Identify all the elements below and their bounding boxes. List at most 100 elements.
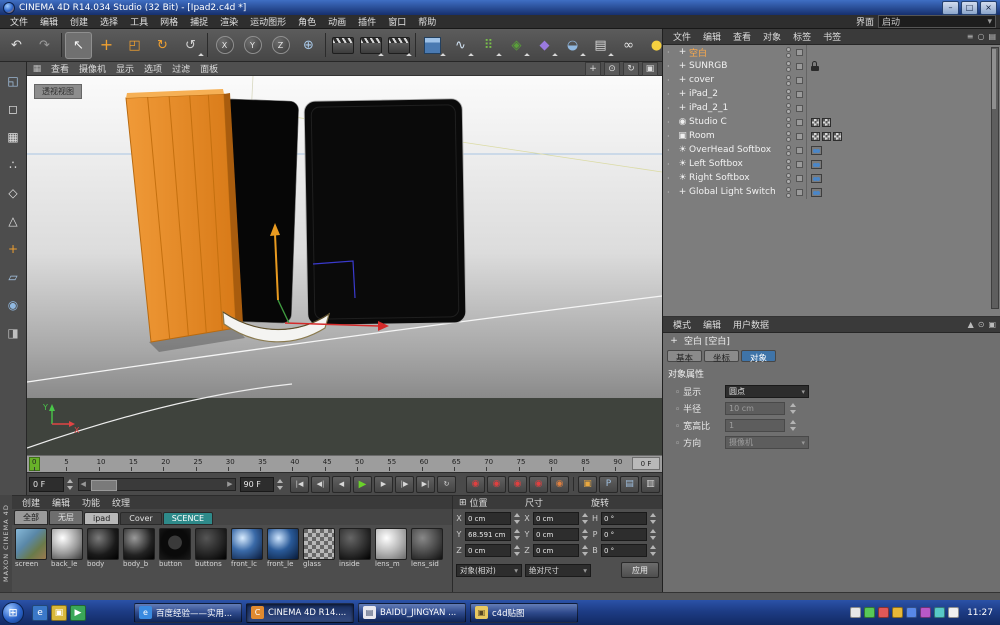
frame-end-field[interactable]: 90 F xyxy=(240,477,275,492)
render-visibility-dot[interactable] xyxy=(786,53,791,58)
render-settings-button[interactable] xyxy=(385,32,412,59)
menu-item[interactable]: 编辑 xyxy=(34,15,64,28)
editor-visibility-dot[interactable] xyxy=(786,61,791,66)
coord-spinner[interactable] xyxy=(650,529,657,540)
am-lock-icon[interactable]: ⊙ xyxy=(978,320,985,329)
visibility-toggles[interactable] xyxy=(783,173,793,184)
slider-handle[interactable] xyxy=(91,480,117,491)
render-visibility-dot[interactable] xyxy=(786,193,791,198)
editor-visibility-dot[interactable] xyxy=(786,173,791,178)
viewport-menu-item[interactable]: 摄像机 xyxy=(74,62,111,75)
tray-icon[interactable] xyxy=(878,607,889,618)
attribute-tab[interactable]: 对象 xyxy=(741,350,776,362)
expression-tag-icon[interactable] xyxy=(811,188,822,197)
material-tag-icon[interactable] xyxy=(811,118,820,127)
coord-field[interactable]: 0 cm xyxy=(533,528,579,541)
material-item[interactable]: lens_m xyxy=(375,528,408,568)
expand-icon[interactable]: · xyxy=(667,174,676,183)
render-visibility-dot[interactable] xyxy=(786,123,791,128)
timeline-tick[interactable]: 55 xyxy=(387,458,396,466)
coord-spinner[interactable] xyxy=(514,513,521,524)
am-up-icon[interactable]: ▲ xyxy=(968,320,974,329)
add-spline-button[interactable]: ∿ xyxy=(447,32,474,59)
material-tab[interactable]: SCENCE xyxy=(163,512,213,525)
render-visibility-dot[interactable] xyxy=(786,95,791,100)
visibility-toggles[interactable] xyxy=(783,47,793,58)
timeline-doc-button[interactable]: ▥ xyxy=(641,476,660,493)
pan-view-icon[interactable]: + xyxy=(585,62,601,76)
expand-icon[interactable]: · xyxy=(667,146,676,155)
redo-button[interactable]: ↷ xyxy=(31,32,58,59)
undo-button[interactable]: ↶ xyxy=(3,32,30,59)
frame-range-slider[interactable]: ◀ ▶ xyxy=(78,478,236,491)
attribute-field[interactable]: 10 cm xyxy=(725,402,785,415)
object-manager-menu-item[interactable]: 对象 xyxy=(757,30,787,43)
maximize-view-icon[interactable]: ▣ xyxy=(642,62,658,76)
object-row[interactable]: ·☀Right Softbox xyxy=(663,171,1000,185)
timeline-tick[interactable]: 80 xyxy=(549,458,558,466)
tray-icon[interactable] xyxy=(920,607,931,618)
add-deformer-button[interactable]: ◆ xyxy=(531,32,558,59)
record-keyframe-button[interactable]: ◉ xyxy=(466,476,485,493)
coord-spinner[interactable] xyxy=(582,529,589,540)
object-row[interactable]: ·+iPad_2 xyxy=(663,87,1000,101)
timeline-tick[interactable]: 60 xyxy=(420,458,429,466)
live-selection-button[interactable]: ↖ xyxy=(65,32,92,59)
expression-tag-icon[interactable] xyxy=(811,174,822,183)
expression-tag-icon[interactable] xyxy=(811,146,822,155)
object-row[interactable]: ·◉Studio C xyxy=(663,115,1000,129)
material-thumbnail[interactable] xyxy=(231,528,263,560)
render-visibility-dot[interactable] xyxy=(786,67,791,72)
enable-toggle[interactable] xyxy=(796,189,803,196)
expand-icon[interactable]: · xyxy=(667,48,676,57)
slider-left-icon[interactable]: ◀ xyxy=(81,480,86,488)
attribute-tab[interactable]: 基本 xyxy=(667,350,702,362)
menu-item[interactable]: 动画 xyxy=(322,15,352,28)
timeline-tick[interactable]: 85 xyxy=(581,458,590,466)
attribute-spinner[interactable] xyxy=(790,420,797,431)
add-environment-button[interactable]: ◒ xyxy=(559,32,586,59)
object-manager-menu-item[interactable]: 书签 xyxy=(817,30,847,43)
rotate-view-icon[interactable]: ↻ xyxy=(623,62,639,76)
quicklaunch-explorer[interactable]: ▣ xyxy=(51,605,67,621)
tray-icon[interactable] xyxy=(850,607,861,618)
enable-toggle[interactable] xyxy=(796,175,803,182)
render-region-button[interactable] xyxy=(357,32,384,59)
material-item[interactable]: front_le xyxy=(267,528,300,568)
make-editable-button[interactable]: ◱ xyxy=(3,70,24,91)
render-visibility-dot[interactable] xyxy=(786,81,791,86)
object-row[interactable]: ·☀OverHead Softbox xyxy=(663,143,1000,157)
material-thumbnail[interactable] xyxy=(303,528,335,560)
attribute-spinner[interactable] xyxy=(790,403,797,414)
menu-item[interactable]: 网格 xyxy=(154,15,184,28)
material-thumbnail[interactable] xyxy=(411,528,443,560)
loop-button[interactable]: ↻ xyxy=(437,476,456,493)
material-item[interactable]: body_b xyxy=(123,528,156,568)
points-mode-button[interactable]: ∴ xyxy=(3,154,24,175)
am-panel-icon[interactable]: ▣ xyxy=(988,320,996,329)
menu-item[interactable]: 帮助 xyxy=(412,15,442,28)
visibility-toggles[interactable] xyxy=(783,145,793,156)
render-view-button[interactable] xyxy=(329,32,356,59)
coord-field[interactable]: 0 ° xyxy=(601,544,647,557)
quicklaunch-ie[interactable]: e xyxy=(32,605,48,621)
slider-right-icon[interactable]: ▶ xyxy=(227,480,232,488)
timeline-tick[interactable]: 75 xyxy=(517,458,526,466)
material-item[interactable]: screen xyxy=(15,528,48,568)
object-row[interactable]: ·+iPad_2_1 xyxy=(663,101,1000,115)
visibility-toggles[interactable] xyxy=(783,187,793,198)
enable-toggle[interactable] xyxy=(796,63,803,70)
coordinate-mode-dropdown[interactable]: 对象(相对) xyxy=(456,564,522,577)
tray-icon[interactable] xyxy=(906,607,917,618)
object-row[interactable]: ·+SUNRGB xyxy=(663,59,1000,73)
menu-item[interactable]: 渲染 xyxy=(214,15,244,28)
material-tab[interactable]: 全部 xyxy=(14,510,48,525)
material-item[interactable]: back_le xyxy=(51,528,84,568)
enable-toggle[interactable] xyxy=(796,161,803,168)
render-visibility-dot[interactable] xyxy=(786,179,791,184)
taskbar-app-button[interactable]: CCINEMA 4D R14.... xyxy=(246,603,354,623)
timeline-tick[interactable]: 0 xyxy=(32,458,36,466)
viewport-menu-item[interactable]: 面板 xyxy=(195,62,223,75)
timeline-tick[interactable]: 90 xyxy=(613,458,622,466)
attribute-field[interactable]: 圆点▾ xyxy=(725,385,809,398)
